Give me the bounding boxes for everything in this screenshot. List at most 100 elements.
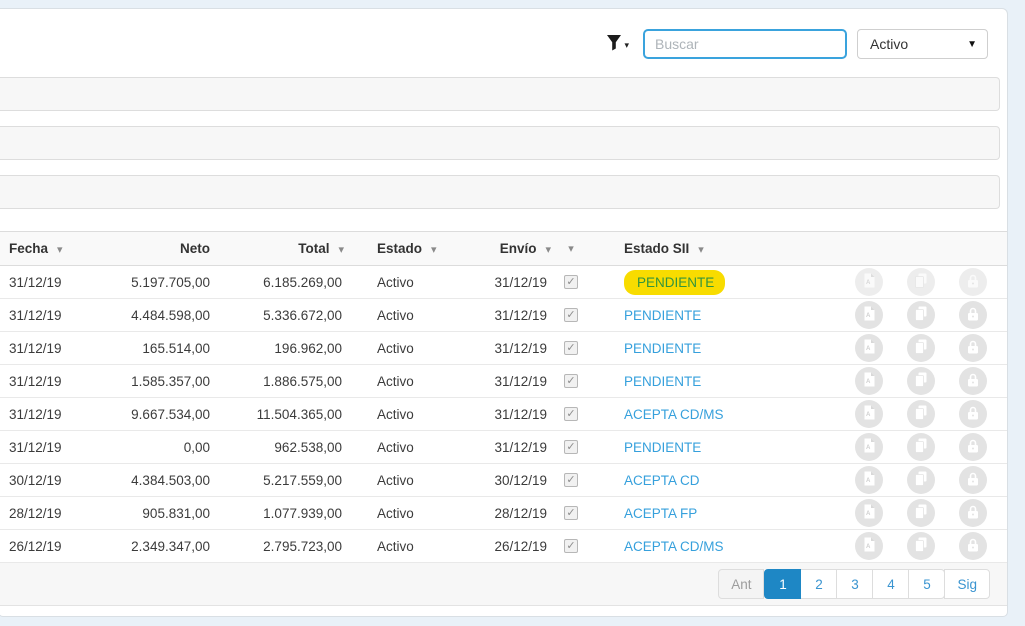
envio-checkbox[interactable]: ✓ — [564, 539, 578, 553]
estado-sii-link[interactable]: PENDIENTE — [624, 374, 701, 389]
column-header-fecha[interactable]: Fecha ▾ — [0, 241, 94, 256]
estado-sii-link[interactable]: ACEPTA CD — [624, 473, 700, 488]
envio-checkbox[interactable]: ✓ — [564, 473, 578, 487]
pagination: Ant 12345 Sig — [718, 569, 990, 599]
pdf-button[interactable]: A — [855, 499, 883, 527]
pagination-prev-button[interactable]: Ant — [718, 569, 765, 599]
pdf-file-icon: A — [863, 405, 876, 423]
pdf-button[interactable]: A — [855, 466, 883, 494]
sort-caret-icon[interactable]: ▾ — [431, 244, 437, 256]
copy-button[interactable] — [907, 367, 935, 395]
svg-text:A: A — [866, 478, 871, 484]
column-header-neto[interactable]: Neto — [94, 241, 214, 256]
pagination-page-2[interactable]: 2 — [800, 569, 838, 599]
search-input[interactable] — [643, 29, 847, 59]
column-header-check[interactable]: ▾ — [551, 242, 591, 255]
column-header-envio[interactable]: Envío ▾ — [467, 241, 551, 256]
checkmark-icon: ✓ — [566, 408, 576, 420]
lock-button[interactable] — [959, 268, 987, 296]
column-header-estado[interactable]: Estado ▾ — [344, 241, 467, 256]
cell-total: 2.795.723,00 — [263, 538, 342, 554]
checkmark-icon: ✓ — [566, 309, 576, 321]
envio-checkbox[interactable]: ✓ — [564, 341, 578, 355]
lock-button[interactable] — [959, 400, 987, 428]
envio-checkbox[interactable]: ✓ — [564, 308, 578, 322]
pdf-button[interactable]: A — [855, 400, 883, 428]
lock-icon — [967, 439, 979, 456]
estado-sii-link[interactable]: PENDIENTE — [624, 269, 726, 295]
pagination-page-3[interactable]: 3 — [836, 569, 874, 599]
envio-checkbox[interactable]: ✓ — [564, 506, 578, 520]
sort-caret-icon[interactable]: ▾ — [568, 242, 574, 255]
copy-button[interactable] — [907, 334, 935, 362]
envio-checkbox[interactable]: ✓ — [564, 440, 578, 454]
cell-estado: Activo — [377, 274, 414, 290]
lock-button[interactable] — [959, 466, 987, 494]
pdf-button[interactable]: A — [855, 301, 883, 329]
table-header-row: Fecha ▾ Neto Total ▾ Estado ▾ Envío ▾ ▾ Esta… — [0, 231, 1007, 266]
cell-total: 5.336.672,00 — [263, 307, 342, 323]
filter-button[interactable]: ▾ — [602, 32, 633, 56]
status-select[interactable]: Activo ▼ — [857, 29, 988, 59]
copy-button[interactable] — [907, 400, 935, 428]
cell-total: 1.077.939,00 — [263, 505, 342, 521]
lock-button[interactable] — [959, 334, 987, 362]
copy-button[interactable] — [907, 499, 935, 527]
sort-caret-icon[interactable]: ▾ — [698, 244, 704, 256]
estado-sii-link[interactable]: ACEPTA CD/MS — [624, 539, 724, 554]
content-card: ▾ Activo ▼ Fecha▾ Neto Total▾ Estado▾ — [0, 8, 1008, 617]
pdf-button[interactable]: A — [855, 334, 883, 362]
lock-button[interactable] — [959, 367, 987, 395]
column-header-total[interactable]: Total ▾ — [214, 241, 344, 256]
copy-button[interactable] — [907, 532, 935, 560]
checkmark-icon: ✓ — [566, 507, 576, 519]
cell-fecha: 30/12/19 — [9, 472, 62, 488]
lock-button[interactable] — [959, 499, 987, 527]
checkmark-icon: ✓ — [566, 276, 576, 288]
lock-button[interactable] — [959, 433, 987, 461]
cell-fecha: 31/12/19 — [9, 340, 62, 356]
collapsed-panel-3[interactable] — [0, 175, 1000, 209]
copy-button[interactable] — [907, 301, 935, 329]
cell-envio: 31/12/19 — [494, 373, 547, 389]
lock-button[interactable] — [959, 301, 987, 329]
copy-button[interactable] — [907, 466, 935, 494]
lock-button[interactable] — [959, 532, 987, 560]
pdf-file-icon: A — [863, 372, 876, 390]
copy-button[interactable] — [907, 268, 935, 296]
table-footer: Ant 12345 Sig — [0, 563, 1007, 606]
svg-text:A: A — [866, 313, 871, 319]
copy-icon — [914, 471, 928, 489]
pagination-page-5[interactable]: 5 — [908, 569, 946, 599]
copy-button[interactable] — [907, 433, 935, 461]
checkmark-icon: ✓ — [566, 441, 576, 453]
cell-envio: 31/12/19 — [494, 439, 547, 455]
cell-envio: 31/12/19 — [494, 340, 547, 356]
column-header-estado-sii[interactable]: Estado SII ▾ — [591, 241, 791, 256]
envio-checkbox[interactable]: ✓ — [564, 374, 578, 388]
pdf-file-icon: A — [863, 339, 876, 357]
pdf-button[interactable]: A — [855, 268, 883, 296]
pdf-button[interactable]: A — [855, 433, 883, 461]
copy-icon — [914, 273, 928, 291]
pdf-button[interactable]: A — [855, 532, 883, 560]
envio-checkbox[interactable]: ✓ — [564, 275, 578, 289]
estado-sii-link[interactable]: PENDIENTE — [624, 308, 701, 323]
table-body: 31/12/19 5.197.705,00 6.185.269,00 Activ… — [0, 266, 1007, 563]
pagination-page-1[interactable]: 1 — [764, 569, 802, 599]
estado-sii-link[interactable]: ACEPTA FP — [624, 506, 697, 521]
svg-text:A: A — [866, 412, 871, 418]
pdf-button[interactable]: A — [855, 367, 883, 395]
pdf-file-icon: A — [863, 537, 876, 555]
pagination-next-button[interactable]: Sig — [944, 569, 990, 599]
checkmark-icon: ✓ — [566, 540, 576, 552]
envio-checkbox[interactable]: ✓ — [564, 407, 578, 421]
estado-sii-link[interactable]: PENDIENTE — [624, 440, 701, 455]
collapsed-panel-2[interactable] — [0, 126, 1000, 160]
cell-envio: 31/12/19 — [494, 307, 547, 323]
estado-sii-link[interactable]: ACEPTA CD/MS — [624, 407, 724, 422]
estado-sii-link[interactable]: PENDIENTE — [624, 341, 701, 356]
collapsed-panel-1[interactable] — [0, 77, 1000, 111]
sort-caret-icon[interactable]: ▾ — [57, 244, 63, 256]
pagination-page-4[interactable]: 4 — [872, 569, 910, 599]
